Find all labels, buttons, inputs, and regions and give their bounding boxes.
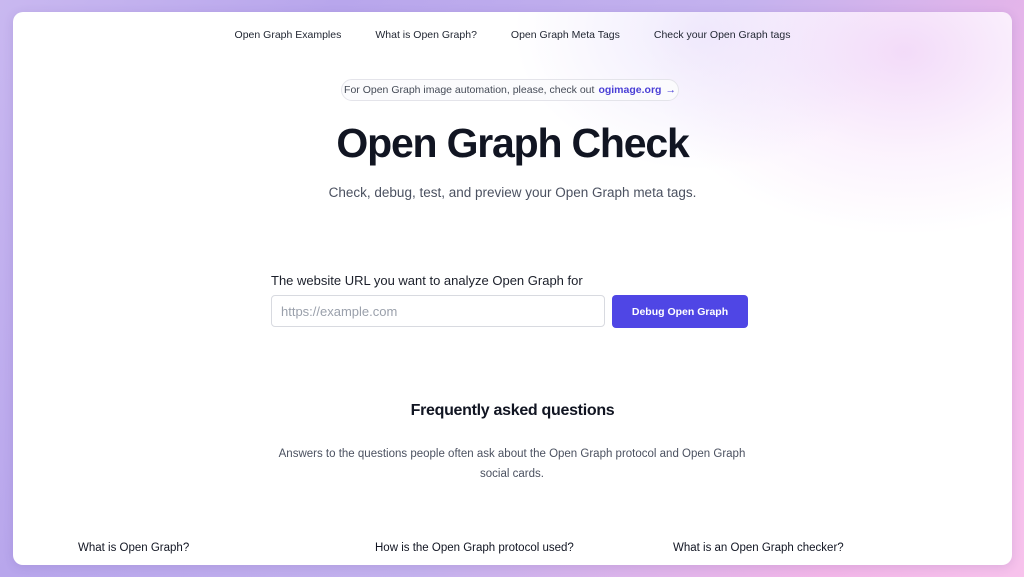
faq-question-what-is-open-graph[interactable]: What is Open Graph?	[78, 542, 189, 554]
page-subtitle: Check, debug, test, and preview your Ope…	[328, 185, 697, 200]
url-field-label: The website URL you want to analyze Open…	[271, 273, 583, 288]
faq-heading: Frequently asked questions	[410, 402, 615, 419]
nav-open-graph-examples[interactable]: Open Graph Examples	[235, 29, 342, 41]
page-title: Open Graph Check	[336, 120, 689, 166]
ogimage-link[interactable]: ogimage.org	[598, 84, 661, 96]
arrow-right-icon: →	[665, 84, 676, 96]
announcement-text: For Open Graph image automation, please,…	[344, 84, 595, 96]
faq-description: Answers to the questions people often as…	[278, 448, 746, 480]
nav-what-is-open-graph[interactable]: What is Open Graph?	[375, 29, 477, 41]
faq-question-what-is-checker[interactable]: What is an Open Graph checker?	[673, 542, 844, 554]
announcement-pill[interactable]: For Open Graph image automation, please,…	[341, 79, 679, 101]
nav-open-graph-meta-tags[interactable]: Open Graph Meta Tags	[511, 29, 620, 41]
nav-check-open-graph-tags[interactable]: Check your Open Graph tags	[654, 29, 791, 41]
browser-viewport: Open Graph Examples What is Open Graph? …	[13, 12, 1012, 565]
url-input[interactable]	[271, 295, 605, 327]
top-nav: Open Graph Examples What is Open Graph? …	[13, 29, 1012, 41]
debug-open-graph-button[interactable]: Debug Open Graph	[612, 295, 748, 328]
faq-question-how-protocol-used[interactable]: How is the Open Graph protocol used?	[375, 542, 574, 554]
